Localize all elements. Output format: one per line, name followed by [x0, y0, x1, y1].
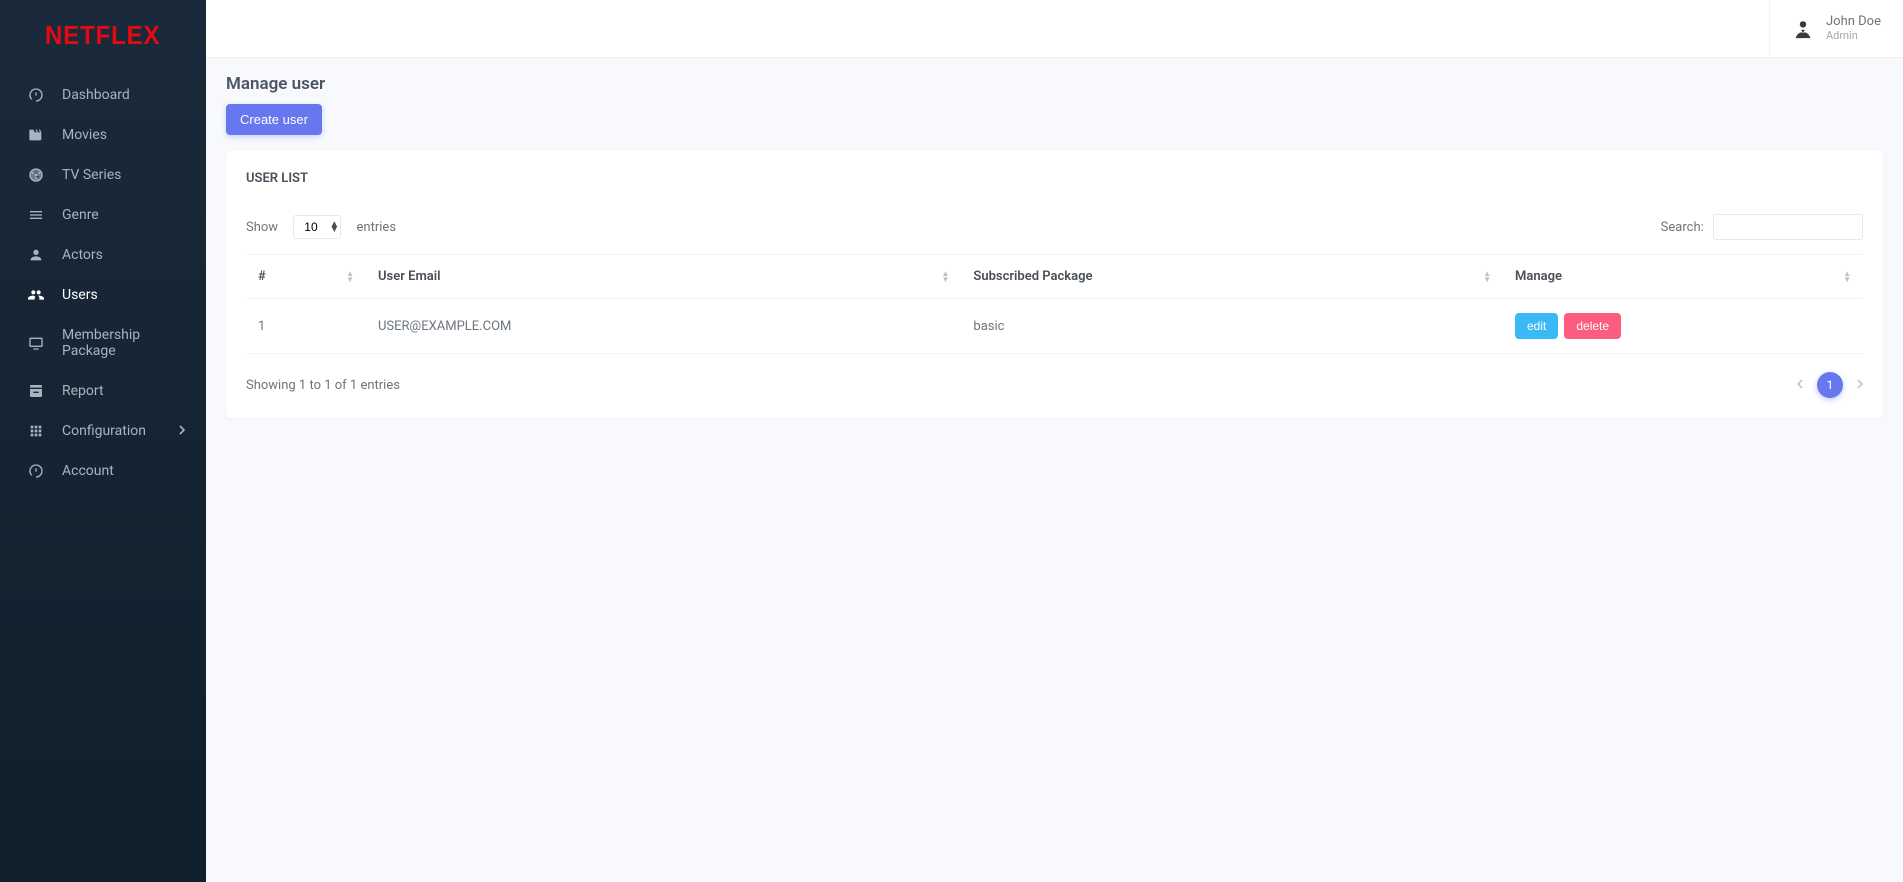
sidebar-item-label: TV Series: [62, 167, 121, 183]
cell-index: 1: [246, 299, 366, 354]
page-header: Manage user Create user: [206, 58, 1903, 151]
membership-icon: [28, 335, 44, 351]
dashboard-icon: [28, 87, 44, 103]
length-control: Show 10 ▲▼ entries: [246, 215, 396, 239]
column-email[interactable]: User Email ▲▼: [366, 255, 961, 299]
card-title: USER LIST: [246, 171, 1863, 186]
user-menu[interactable]: John Doe Admin: [1769, 0, 1903, 57]
avatar-icon: [1792, 18, 1814, 40]
sidebar-item-label: Membership Package: [62, 327, 186, 359]
user-list-card: USER LIST Show 10 ▲▼ entries Search:: [226, 151, 1883, 418]
report-icon: [28, 383, 44, 399]
sidebar-item-users[interactable]: Users: [0, 275, 206, 315]
sidebar-item-label: Configuration: [62, 423, 146, 439]
sort-icon: ▲▼: [1843, 271, 1851, 283]
user-meta: John Doe Admin: [1826, 15, 1881, 43]
sidebar-item-label: Genre: [62, 207, 99, 223]
brand-logo[interactable]: NETFLEX: [0, 0, 206, 69]
search-label: Search:: [1661, 220, 1704, 235]
sidebar-item-account[interactable]: Account: [0, 451, 206, 491]
sidebar-item-dashboard[interactable]: Dashboard: [0, 75, 206, 115]
sort-icon: ▲▼: [1483, 271, 1491, 283]
datatable-info: Showing 1 to 1 of 1 entries: [246, 378, 400, 393]
user-table: # ▲▼ User Email ▲▼ Subscribed Package ▲▼…: [246, 254, 1863, 354]
topbar: John Doe Admin: [206, 0, 1903, 58]
sidebar-item-genre[interactable]: Genre: [0, 195, 206, 235]
delete-button[interactable]: delete: [1564, 313, 1621, 339]
account-icon: [28, 463, 44, 479]
length-suffix: entries: [357, 220, 397, 235]
table-row: 1 USER@EXAMPLE.COM basic edit delete: [246, 299, 1863, 354]
search-control: Search:: [1661, 214, 1863, 240]
column-package[interactable]: Subscribed Package ▲▼: [961, 255, 1503, 299]
sidebar-item-actors[interactable]: Actors: [0, 235, 206, 275]
sidebar-item-movies[interactable]: Movies: [0, 115, 206, 155]
length-select[interactable]: 10: [293, 215, 341, 239]
main-content: Manage user Create user USER LIST Show 1…: [206, 0, 1903, 418]
edit-button[interactable]: edit: [1515, 313, 1558, 339]
sidebar-item-label: Report: [62, 383, 104, 399]
user-name: John Doe: [1826, 15, 1881, 30]
page-next[interactable]: [1857, 378, 1863, 392]
actors-icon: [28, 247, 44, 263]
datatable-controls: Show 10 ▲▼ entries Search:: [246, 214, 1863, 240]
sidebar-item-label: Actors: [62, 247, 103, 263]
configuration-icon: [28, 423, 44, 439]
brand-text: NETFLEX: [45, 20, 160, 51]
cell-email: USER@EXAMPLE.COM: [366, 299, 961, 354]
user-role: Admin: [1826, 30, 1881, 43]
sidebar-item-membership[interactable]: Membership Package: [0, 315, 206, 371]
sidebar-item-tvseries[interactable]: TV Series: [0, 155, 206, 195]
chevron-right-icon: [179, 425, 186, 438]
cell-manage: edit delete: [1503, 299, 1863, 354]
sort-icon: ▲▼: [346, 271, 354, 283]
sidebar: NETFLEX Dashboard Movies TV Series Genre: [0, 0, 206, 882]
page-prev[interactable]: [1797, 378, 1803, 392]
sidebar-item-label: Movies: [62, 127, 107, 143]
sidebar-item-label: Account: [62, 463, 114, 479]
cell-package: basic: [961, 299, 1503, 354]
sidebar-item-report[interactable]: Report: [0, 371, 206, 411]
create-user-button[interactable]: Create user: [226, 104, 322, 135]
column-manage[interactable]: Manage ▲▼: [1503, 255, 1863, 299]
sidebar-menu: Dashboard Movies TV Series Genre Actors: [0, 69, 206, 497]
datatable-footer: Showing 1 to 1 of 1 entries 1: [246, 372, 1863, 398]
page-title: Manage user: [226, 74, 1883, 94]
column-index[interactable]: # ▲▼: [246, 255, 366, 299]
genre-icon: [28, 207, 44, 223]
sidebar-item-label: Users: [62, 287, 98, 303]
sort-icon: ▲▼: [941, 271, 949, 283]
sidebar-item-configuration[interactable]: Configuration: [0, 411, 206, 451]
tvseries-icon: [28, 167, 44, 183]
sidebar-item-label: Dashboard: [62, 87, 130, 103]
pagination: 1: [1797, 372, 1863, 398]
length-prefix: Show: [246, 220, 278, 235]
search-input[interactable]: [1713, 214, 1863, 240]
page-number[interactable]: 1: [1817, 372, 1843, 398]
movies-icon: [28, 127, 44, 143]
users-icon: [28, 287, 44, 303]
